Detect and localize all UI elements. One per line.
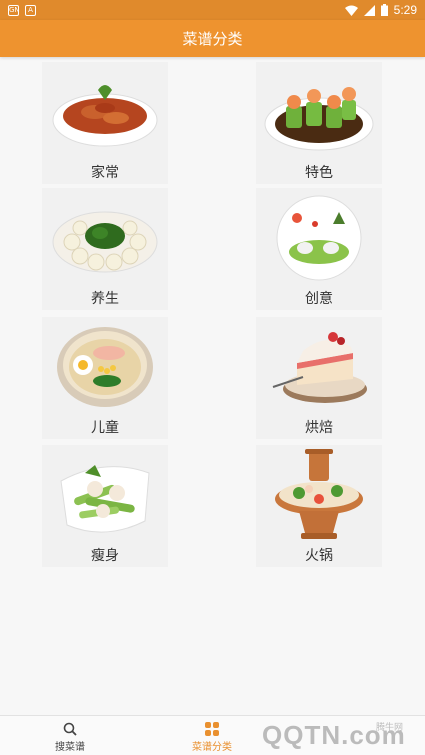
category-label: 创意 [305,291,333,307]
hotpot-image [256,449,382,539]
category-label: 火锅 [305,548,333,564]
app-bar: 菜谱分类 [0,20,425,57]
category-card-kids[interactable]: 儿童 [42,317,168,439]
category-card-baking[interactable]: 烘焙 [256,317,382,439]
battery-icon [380,4,388,16]
celery-shrimp-image [42,451,168,539]
category-label: 特色 [305,165,333,181]
category-card-creative[interactable]: 创意 [256,188,382,310]
kids-noodle-bowl-image [42,323,168,411]
category-card-health[interactable]: 养生 [42,188,168,310]
category-card-special[interactable]: 特色 [256,62,382,184]
braised-dish-image [42,68,168,156]
nav-recipe-categories[interactable]: 菜谱分类 [172,720,252,753]
nav-label: 搜菜谱 [55,742,85,753]
nav-label: 菜谱分类 [192,742,232,753]
signal-icon [363,4,375,16]
status-bar: GN A 5:29 [0,0,425,20]
cake-slice-image [256,323,382,411]
creative-plate-image [256,194,382,282]
wifi-icon [344,5,358,16]
shrimp-cucumber-image [256,68,382,156]
download-icon: A [25,4,36,16]
category-card-home[interactable]: 家常 [42,62,168,184]
bottom-nav: 搜菜谱 菜谱分类 [0,715,425,755]
category-card-hotpot[interactable]: 火锅 [256,445,382,567]
page-title: 菜谱分类 [182,30,243,48]
nav-search-recipes[interactable]: 搜菜谱 [30,720,110,753]
notification-icon: GN [8,4,20,16]
category-label: 家常 [91,165,119,181]
yam-broccoli-image [42,194,168,282]
category-label: 养生 [91,291,119,307]
category-card-slim[interactable]: 瘦身 [42,445,168,567]
category-label: 烘焙 [305,420,333,436]
category-label: 瘦身 [91,548,119,564]
search-icon [63,722,77,736]
category-label: 儿童 [91,420,119,436]
grid-icon [205,722,219,736]
clock: 5:29 [393,3,417,17]
